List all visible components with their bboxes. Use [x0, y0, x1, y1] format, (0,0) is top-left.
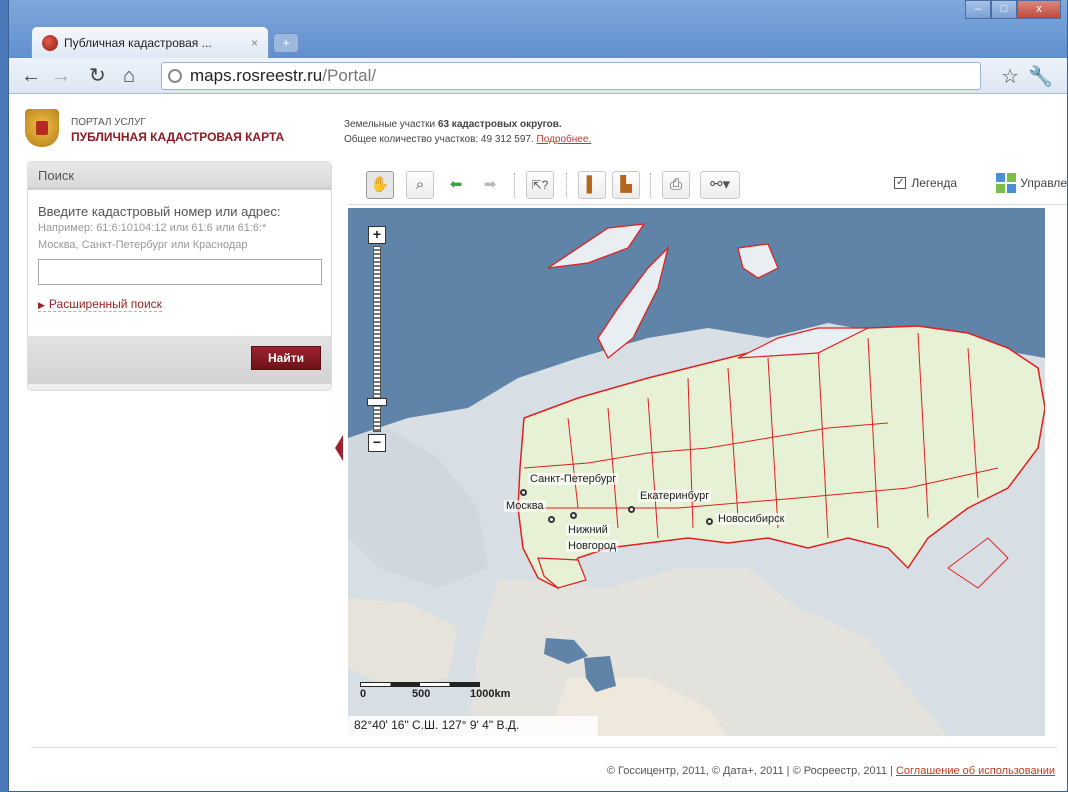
advanced-search-label: Расширенный поиск: [48, 297, 162, 311]
search-panel-body: Введите кадастровый номер или адрес: Нап…: [28, 190, 331, 336]
title-bar: Публичная кадастровая ... × + – □ x: [9, 0, 1067, 60]
measure-length-icon[interactable]: ▌: [578, 171, 606, 199]
url-path: /Portal/: [322, 66, 377, 85]
coat-of-arms-logo: [25, 109, 59, 147]
forward-arrow-icon[interactable]: →: [51, 64, 71, 88]
find-button[interactable]: Найти: [251, 346, 321, 370]
scale-label-500: 500: [412, 688, 431, 700]
triangle-right-icon: ▶: [38, 300, 45, 310]
browser-tab[interactable]: Публичная кадастровая ... ×: [31, 26, 269, 58]
city-ekb-label: Екатеринбург: [638, 490, 712, 502]
layers-grid-icon: [996, 173, 1017, 193]
browser-toolbar: ← → ↻ ⌂ maps.rosreestr.ru /Portal/ ☆ 🔧: [9, 58, 1067, 94]
stats-prefix: Земельные участки: [344, 119, 438, 130]
scale-labels: 0 500 1000km: [360, 687, 510, 701]
zoom-box-icon[interactable]: ⌕: [406, 171, 434, 199]
stats-total: Общее количество участков: 49 312 597.: [344, 134, 537, 145]
prev-extent-icon[interactable]: ⬅: [442, 171, 470, 199]
bookmark-star-icon[interactable]: ☆: [1001, 64, 1019, 89]
copyright-text: © Госсицентр, 2011, © Дата+, 2011 | © Ро…: [606, 765, 896, 777]
terms-link[interactable]: Соглашение об использовании: [896, 765, 1055, 777]
legend-toggle[interactable]: ✓ Легенда: [894, 176, 957, 190]
portal-title[interactable]: ПУБЛИЧНАЯ КАДАСТРОВАЯ КАРТА: [71, 130, 284, 144]
zoom-out-button[interactable]: −: [368, 434, 386, 452]
map-canvas: [348, 208, 1045, 736]
browser-window: Публичная кадастровая ... × + – □ x ← → …: [8, 0, 1068, 792]
zoom-in-button[interactable]: +: [368, 226, 386, 244]
manage-button[interactable]: Управле: [996, 173, 1067, 193]
maximize-button[interactable]: □: [991, 0, 1017, 19]
page-footer: © Госсицентр, 2011, © Дата+, 2011 | © Ро…: [607, 765, 1055, 777]
new-tab-button[interactable]: +: [273, 33, 299, 53]
search-panel: Поиск Введите кадастровый номер или адре…: [27, 161, 332, 391]
legend-label: Легенда: [911, 176, 957, 190]
address-bar[interactable]: maps.rosreestr.ru /Portal/: [161, 62, 981, 90]
manage-label: Управле: [1020, 176, 1067, 190]
minimize-button[interactable]: –: [965, 0, 991, 19]
site-header: ПОРТАЛ УСЛУГ ПУБЛИЧНАЯ КАДАСТРОВАЯ КАРТА…: [9, 95, 1067, 159]
reload-icon[interactable]: ↻: [89, 64, 106, 88]
scale-bar: 0 500 1000km: [360, 682, 510, 701]
close-window-button[interactable]: x: [1017, 0, 1061, 19]
search-hint-1: Например: 61:6:10104:12 или 61:6 или 61:…: [38, 222, 267, 234]
city-marker: [706, 518, 713, 525]
toolbar-separator: [650, 173, 651, 197]
stats-districts: 63 кадастровых округов.: [437, 119, 562, 130]
favicon-icon: [42, 34, 58, 51]
city-nsk-label: Новосибирск: [716, 513, 787, 525]
measure-area-icon[interactable]: ▙: [612, 171, 640, 199]
toolbar-separator: [514, 173, 515, 197]
window-controls: – □ x: [965, 0, 1061, 19]
search-panel-title: Поиск: [28, 162, 331, 190]
tab-title: Публичная кадастровая ...: [64, 35, 212, 50]
city-marker: [628, 506, 635, 513]
search-panel-footer: Найти: [28, 336, 331, 384]
search-prompt: Введите кадастровый номер или адрес:: [38, 204, 281, 219]
city-nn-label-2: Новгород: [566, 540, 619, 552]
collapse-panel-handle[interactable]: [335, 435, 343, 461]
advanced-search-link[interactable]: ▶ Расширенный поиск: [38, 297, 162, 312]
map-view[interactable]: + − Санкт-Петербург Москва Нижний Новгор…: [348, 208, 1045, 736]
city-nn-label-1: Нижний: [566, 524, 610, 536]
zoom-thumb[interactable]: [367, 398, 387, 406]
more-link[interactable]: Подробнее.: [537, 134, 592, 145]
map-toolbar: ✋ ⌕ ⬅ ➡ ⇱? ▌ ▙ ⎙ ⚯▾ ✓ Легенда Управле: [348, 163, 1067, 205]
next-extent-icon[interactable]: ➡: [476, 171, 504, 199]
wrench-icon[interactable]: 🔧: [1028, 64, 1053, 89]
tab-close-icon[interactable]: ×: [251, 36, 258, 50]
portal-subtitle: ПОРТАЛ УСЛУГ: [71, 117, 146, 128]
city-spb-label: Санкт-Петербург: [528, 473, 619, 485]
pan-hand-icon[interactable]: ✋: [366, 171, 394, 199]
legend-checkbox[interactable]: ✓: [894, 177, 907, 189]
home-icon[interactable]: ⌂: [123, 64, 135, 88]
globe-icon: [168, 69, 182, 83]
page-content: ПОРТАЛ УСЛУГ ПУБЛИЧНАЯ КАДАСТРОВАЯ КАРТА…: [9, 95, 1067, 791]
link-dropdown-icon[interactable]: ⚯▾: [700, 171, 740, 199]
search-input[interactable]: [38, 259, 322, 285]
parcel-stats: Земельные участки 63 кадастровых округов…: [344, 117, 591, 147]
scale-label-0: 0: [360, 688, 367, 700]
city-marker: [548, 516, 555, 523]
scale-label-1000: 1000km: [470, 688, 511, 700]
identify-icon[interactable]: ⇱?: [526, 171, 554, 199]
city-moscow-label: Москва: [504, 500, 546, 512]
back-arrow-icon[interactable]: ←: [21, 64, 41, 88]
toolbar-separator: [566, 173, 567, 197]
search-hint-2: Москва, Санкт-Петербург или Краснодар: [38, 239, 248, 251]
city-marker: [570, 512, 577, 519]
city-marker: [520, 489, 527, 496]
zoom-slider[interactable]: + −: [367, 226, 387, 454]
footer-divider: [31, 747, 1057, 748]
print-icon[interactable]: ⎙: [662, 171, 690, 199]
url-host: maps.rosreestr.ru: [190, 66, 323, 85]
cursor-coordinates: 82°40' 16" С.Ш. 127° 9' 4" В.Д.: [348, 716, 598, 736]
